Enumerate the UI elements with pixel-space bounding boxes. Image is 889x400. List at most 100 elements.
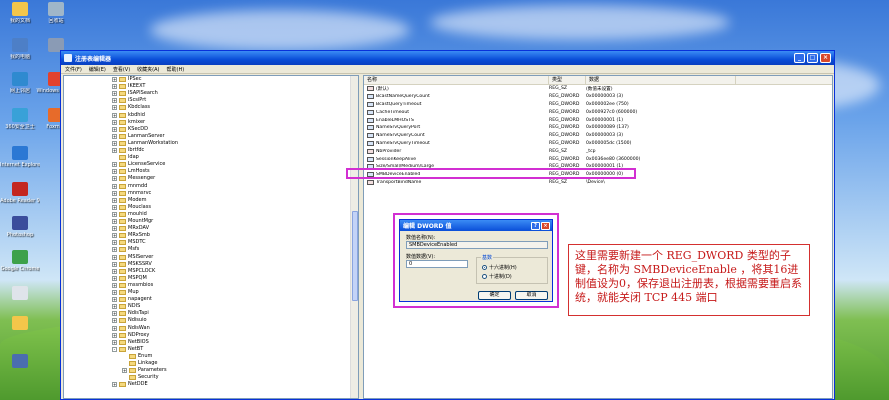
tree-scrollbar-thumb[interactable] bbox=[352, 211, 358, 301]
desktop-icon[interactable]: Google Chrome bbox=[0, 250, 40, 272]
desktop-icon[interactable]: 网上邻居 bbox=[0, 72, 40, 94]
registry-tree[interactable]: + IPSec + IKEEXT + ISAPISearch + iScsiPrt + Kbdcl… bbox=[63, 75, 359, 399]
expand-icon[interactable]: + bbox=[112, 105, 117, 111]
expand-icon[interactable]: + bbox=[112, 275, 117, 281]
close-button[interactable]: × bbox=[820, 53, 831, 63]
collapse-icon[interactable]: - bbox=[112, 346, 117, 352]
minimize-button[interactable]: _ bbox=[794, 53, 805, 63]
expand-icon[interactable]: + bbox=[112, 148, 117, 153]
help-button[interactable]: ? bbox=[531, 221, 540, 230]
expand-icon[interactable]: + bbox=[112, 382, 117, 388]
tree-item[interactable]: + LmHosts bbox=[112, 168, 150, 175]
value-row[interactable]: (默认) REG_SZ (数值未设置) bbox=[364, 85, 832, 93]
expand-icon[interactable]: + bbox=[112, 190, 117, 196]
expand-icon[interactable]: + bbox=[112, 233, 117, 239]
expand-icon[interactable]: + bbox=[112, 247, 117, 253]
menu-view[interactable]: 查看(V) bbox=[113, 66, 130, 73]
expand-icon[interactable]: + bbox=[112, 98, 117, 104]
tree-item[interactable]: + MSPQM bbox=[112, 275, 147, 282]
expand-icon[interactable]: + bbox=[112, 332, 117, 338]
hex-radio[interactable]: 十六进制(H) bbox=[482, 264, 517, 271]
tree-item[interactable]: + mouhid bbox=[112, 211, 147, 218]
value-row[interactable]: BcastQueryTimeout REG_DWORD 0x000002ee (75… bbox=[364, 101, 832, 109]
maximize-button[interactable]: □ bbox=[807, 53, 818, 63]
expand-icon[interactable]: + bbox=[112, 297, 117, 303]
dialog-titlebar[interactable]: 编辑 DWORD 值 ? × bbox=[400, 220, 552, 231]
expand-icon[interactable]: + bbox=[112, 112, 117, 118]
tree-item[interactable]: + LanmanWorkstation bbox=[112, 140, 178, 147]
expand-icon[interactable]: + bbox=[112, 325, 117, 331]
expand-icon[interactable]: + bbox=[112, 91, 117, 97]
tree-item[interactable]: + LanmanServer bbox=[112, 133, 165, 140]
desktop-icon[interactable] bbox=[0, 316, 40, 332]
expand-icon[interactable]: + bbox=[112, 77, 117, 82]
expand-icon[interactable]: + bbox=[112, 219, 117, 224]
tree-item[interactable]: + Parameters bbox=[122, 367, 167, 374]
desktop-icon[interactable]: 回收站 bbox=[36, 2, 76, 24]
tree-item[interactable]: + napagent bbox=[112, 296, 152, 303]
tree-item[interactable]: + NDIS bbox=[112, 303, 140, 310]
tree-item[interactable]: + mnmdd bbox=[112, 183, 147, 190]
menu-favorites[interactable]: 收藏夹(A) bbox=[137, 66, 159, 73]
tree-item[interactable]: + lbrtfdc bbox=[112, 147, 144, 154]
window-titlebar[interactable]: 注册表编辑器 _ □ × bbox=[61, 51, 834, 65]
menu-edit[interactable]: 编辑(E) bbox=[89, 66, 106, 73]
desktop-icon[interactable]: 360安全卫士 bbox=[0, 108, 40, 130]
tree-item[interactable]: + Messenger bbox=[112, 175, 155, 182]
desktop-icon[interactable] bbox=[0, 354, 40, 370]
desktop-icon[interactable]: 我的文档 bbox=[0, 2, 40, 24]
value-row[interactable]: NameSrvQueryTimeout REG_DWORD 0x000005dc (… bbox=[364, 140, 832, 148]
tree-item[interactable]: + NdisWan bbox=[112, 325, 150, 332]
value-row[interactable]: NbProvider REG_SZ _tcp bbox=[364, 147, 832, 155]
value-row[interactable]: EnableLMHOSTS REG_DWORD 0x00000001 (1) bbox=[364, 116, 832, 124]
edit-dword-dialog[interactable]: 编辑 DWORD 值 ? × 数值名称(N): SMBDeviceEnabled… bbox=[399, 219, 553, 302]
expand-icon[interactable]: + bbox=[112, 84, 117, 90]
dec-radio[interactable]: 十进制(D) bbox=[482, 273, 512, 280]
tree-item[interactable]: + MSKSSRV bbox=[112, 261, 152, 268]
expand-icon[interactable]: + bbox=[122, 368, 127, 374]
value-data-input[interactable]: 0 bbox=[406, 260, 468, 268]
value-row[interactable]: BcastNameQueryCount REG_DWORD 0x00000003 (… bbox=[364, 93, 832, 101]
tree-item[interactable]: Security bbox=[122, 374, 159, 381]
tree-item[interactable]: + MSPCLOCK bbox=[112, 268, 155, 275]
expand-icon[interactable]: + bbox=[112, 268, 117, 274]
expand-icon[interactable]: + bbox=[112, 119, 117, 125]
tree-item[interactable]: + IPSec bbox=[112, 76, 142, 83]
expand-icon[interactable]: + bbox=[112, 204, 117, 210]
tree-item[interactable]: + ISAPISearch bbox=[112, 90, 158, 97]
value-row[interactable]: NameSrvQueryCount REG_DWORD 0x00000003 (3) bbox=[364, 132, 832, 140]
desktop-icon[interactable]: 我的电脑 bbox=[0, 38, 40, 60]
tree-item[interactable]: + IKEEXT bbox=[112, 83, 145, 90]
column-type[interactable]: 类型 bbox=[549, 76, 586, 84]
tree-item[interactable]: + MRxSmb bbox=[112, 232, 150, 239]
expand-icon[interactable]: + bbox=[112, 211, 117, 217]
expand-icon[interactable]: + bbox=[112, 169, 117, 175]
expand-icon[interactable]: + bbox=[112, 261, 117, 267]
value-row[interactable]: TransportBindName REG_SZ \Device\ bbox=[364, 179, 832, 187]
tree-item[interactable]: + NDProxy bbox=[112, 332, 149, 339]
tree-item[interactable]: Linkage bbox=[122, 360, 157, 367]
tree-item[interactable]: + Modem bbox=[112, 197, 147, 204]
desktop-icon[interactable]: Adobe Reader 9 bbox=[0, 182, 40, 204]
value-name-field[interactable]: SMBDeviceEnabled bbox=[406, 241, 548, 249]
tree-item[interactable]: + MRxDAV bbox=[112, 225, 149, 232]
expand-icon[interactable]: + bbox=[112, 282, 117, 288]
tree-scrollbar[interactable] bbox=[350, 76, 358, 398]
tree-item[interactable]: + NdisTapi bbox=[112, 310, 149, 317]
tree-item[interactable]: + MSDTC bbox=[112, 239, 146, 246]
tree-item[interactable]: + Mup bbox=[112, 289, 139, 296]
tree-item[interactable]: + MountMgr bbox=[112, 218, 153, 225]
value-row[interactable]: CacheTimeout REG_DWORD 0x000927c0 (600000) bbox=[364, 108, 832, 116]
cancel-button[interactable]: 取消 bbox=[515, 291, 548, 300]
expand-icon[interactable]: + bbox=[112, 290, 117, 295]
column-name[interactable]: 名称 bbox=[364, 76, 549, 84]
expand-icon[interactable]: + bbox=[112, 226, 117, 232]
value-row[interactable]: SessionKeepAlive REG_DWORD 0x0036ee80 (360… bbox=[364, 155, 832, 163]
tree-item[interactable]: + mnmsrvc bbox=[112, 190, 151, 197]
dialog-close-button[interactable]: × bbox=[541, 221, 550, 230]
value-row[interactable]: NameSrvQueryPort REG_DWORD 0x00000089 (137… bbox=[364, 124, 832, 132]
tree-item[interactable]: + Ndisuio bbox=[112, 317, 147, 324]
expand-icon[interactable]: + bbox=[112, 126, 117, 132]
tree-item[interactable]: + MSIServer bbox=[112, 254, 153, 261]
tree-item[interactable]: - NetBT bbox=[112, 346, 143, 353]
